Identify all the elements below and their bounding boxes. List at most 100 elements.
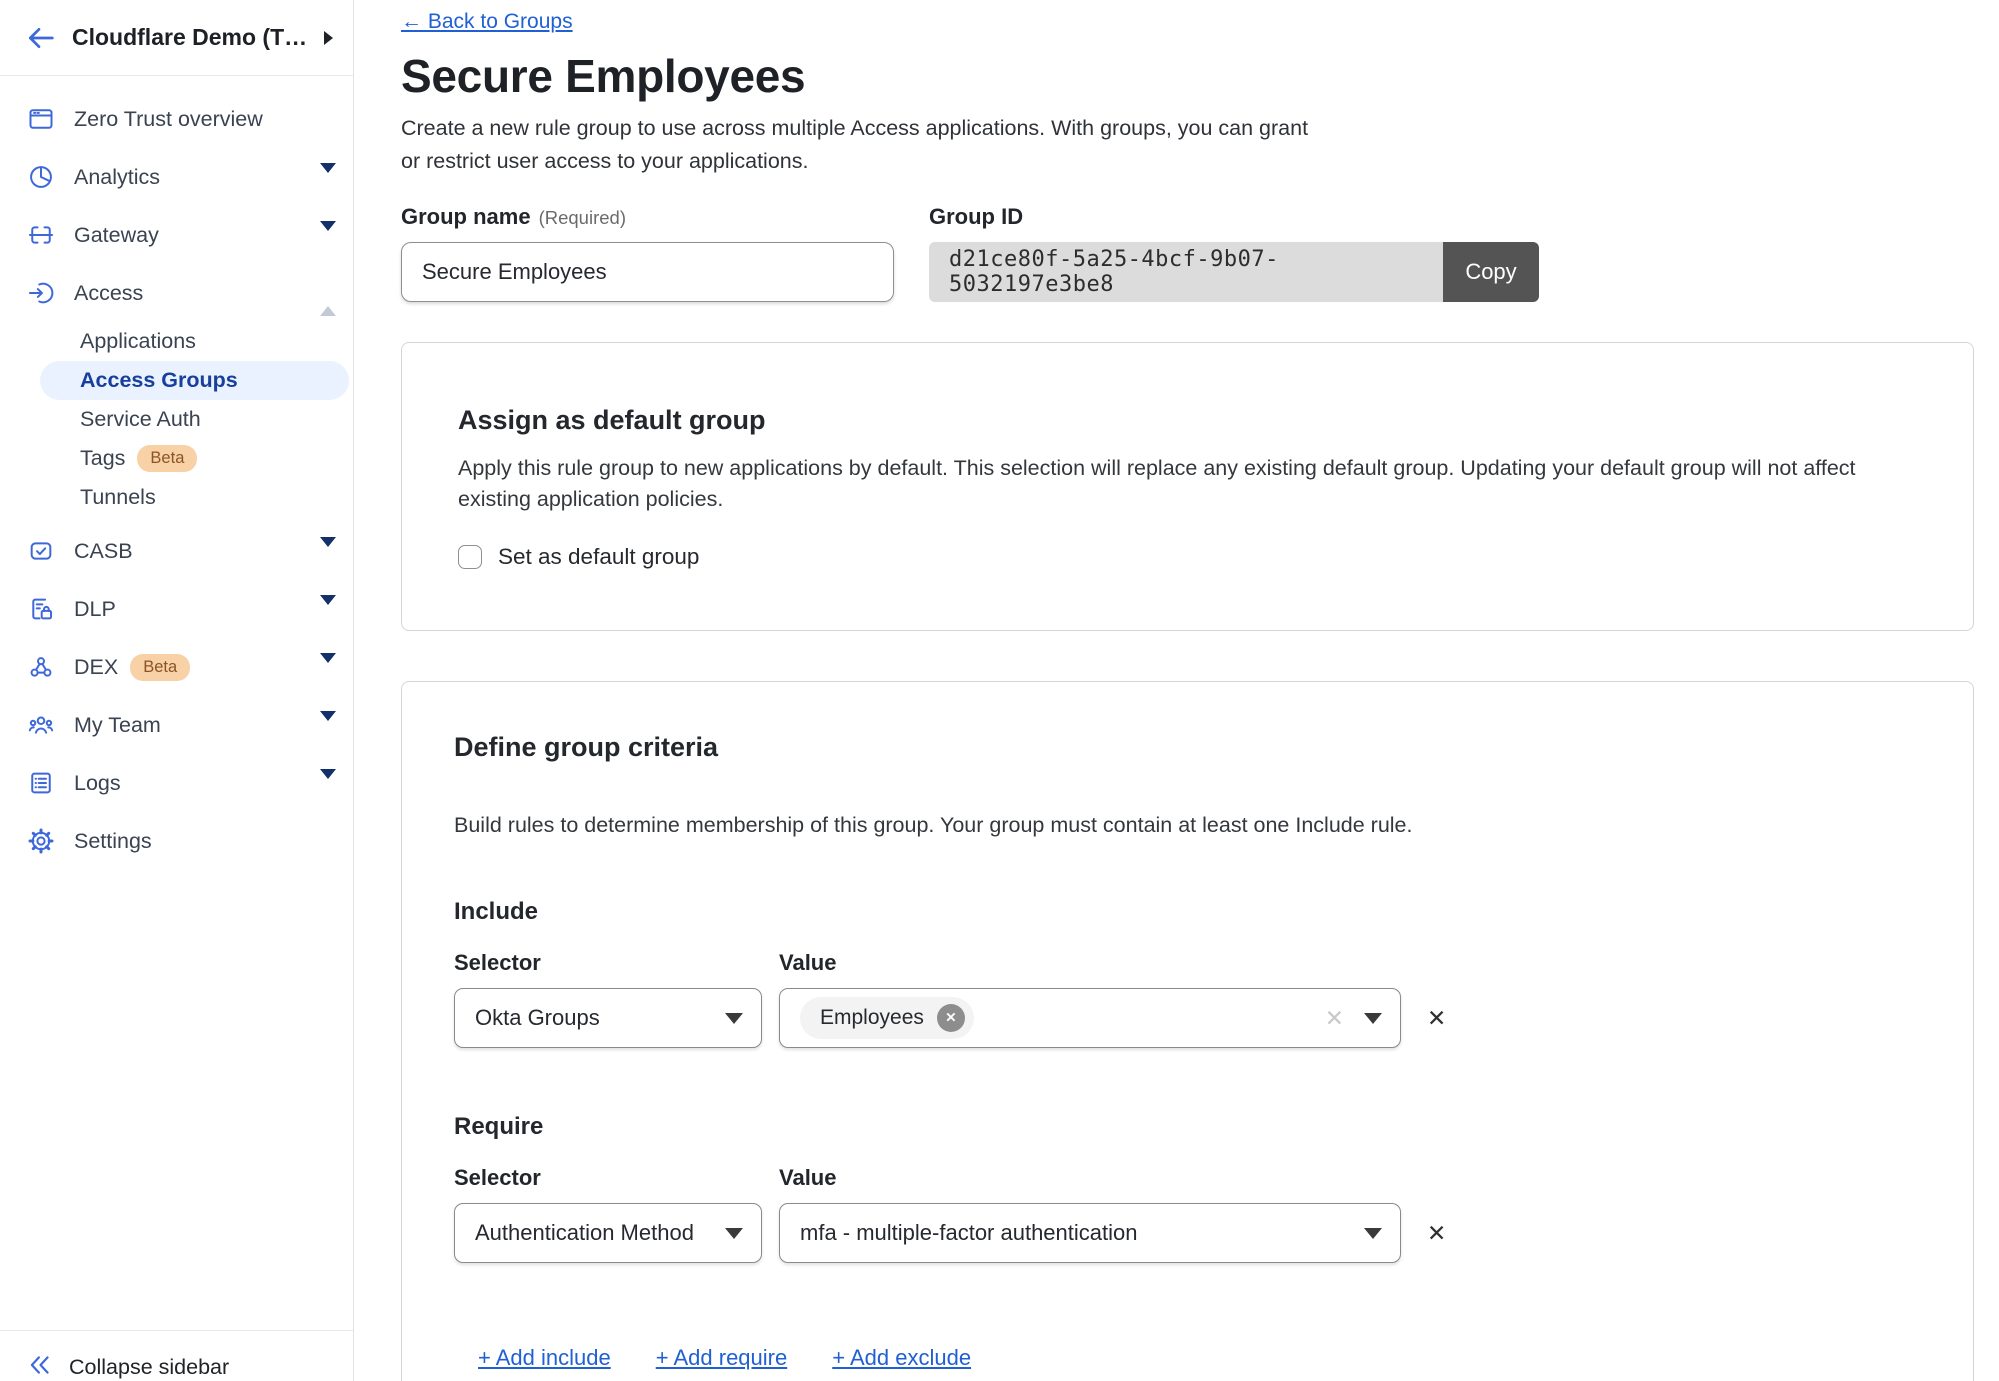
value-column-label: Value xyxy=(779,1165,836,1193)
sidebar-item-label: Tunnels xyxy=(80,485,156,510)
set-default-checkbox[interactable] xyxy=(458,545,482,569)
sidebar-item-settings[interactable]: Settings xyxy=(0,812,353,870)
require-heading: Require xyxy=(454,1112,1921,1142)
sidebar-item-label: Gateway xyxy=(74,223,159,248)
remove-include-rule-button[interactable]: ✕ xyxy=(1427,1007,1446,1030)
sidebar-item-my-team[interactable]: My Team xyxy=(0,696,353,754)
add-exclude-link[interactable]: + Add exclude xyxy=(832,1345,971,1371)
sidebar-item-label: Settings xyxy=(74,829,152,854)
require-labels-row: Selector Value xyxy=(454,1165,1921,1193)
sidebar-item-dlp[interactable]: DLP xyxy=(0,580,353,638)
casb-check-icon xyxy=(27,537,59,565)
chevron-down-icon[interactable] xyxy=(320,547,336,565)
copy-button[interactable]: Copy xyxy=(1443,242,1539,302)
cluster-network-icon xyxy=(27,653,59,681)
collapse-sidebar-label: Collapse sidebar xyxy=(69,1355,229,1380)
back-arrow-icon[interactable] xyxy=(25,22,59,54)
main-content: ← Back to Groups Secure Employees Create… xyxy=(355,0,1999,1381)
access-login-icon xyxy=(27,279,59,307)
add-include-link[interactable]: + Add include xyxy=(478,1345,611,1371)
sidebar-item-access[interactable]: Access xyxy=(0,264,353,322)
gateway-icon xyxy=(27,221,59,249)
include-rule-row: Okta Groups Employees ✕ ✕ ✕ xyxy=(454,988,1921,1048)
default-group-card: Assign as default group Apply this rule … xyxy=(401,342,1974,631)
sidebar-item-tunnels[interactable]: Tunnels xyxy=(0,478,353,517)
group-name-id-row: Group name(Required) Group ID d21ce80f-5… xyxy=(401,204,1999,302)
dropdown-caret-icon xyxy=(1364,1228,1382,1239)
sidebar-item-zero-trust-overview[interactable]: Zero Trust overview xyxy=(0,90,353,148)
sidebar-item-applications[interactable]: Applications xyxy=(0,322,353,361)
back-to-groups-link[interactable]: ← Back to Groups xyxy=(401,10,573,34)
sidebar-item-casb[interactable]: CASB xyxy=(0,522,353,580)
account-expand-icon[interactable] xyxy=(324,31,333,45)
require-selector-value: Authentication Method xyxy=(475,1220,694,1246)
chevron-down-icon[interactable] xyxy=(320,605,336,623)
selector-column-label: Selector xyxy=(454,1165,779,1193)
criteria-card: Define group criteria Build rules to det… xyxy=(401,681,1974,1381)
group-id-label: Group ID xyxy=(929,204,1539,232)
group-id-value: d21ce80f-5a25-4bcf-9b07-5032197e3be8 xyxy=(929,242,1443,302)
dropdown-caret-icon xyxy=(725,1228,743,1239)
sidebar-item-label: My Team xyxy=(74,713,161,738)
dropdown-caret-icon xyxy=(1364,1013,1382,1024)
criteria-card-title: Define group criteria xyxy=(454,730,1921,764)
group-id-field: Group ID d21ce80f-5a25-4bcf-9b07-5032197… xyxy=(929,204,1539,302)
sidebar-item-label: Service Auth xyxy=(80,407,201,432)
dropdown-caret-icon xyxy=(725,1013,743,1024)
sidebar-item-logs[interactable]: Logs xyxy=(0,754,353,812)
sidebar-item-label: Access xyxy=(74,281,143,306)
group-name-input[interactable] xyxy=(401,242,894,302)
default-group-card-body: Apply this rule group to new application… xyxy=(458,453,1913,515)
chevron-down-icon[interactable] xyxy=(320,173,336,191)
sidebar-item-label: DEX xyxy=(74,655,118,680)
remove-require-rule-button[interactable]: ✕ xyxy=(1427,1222,1446,1245)
require-value-text: mfa - multiple-factor authentication xyxy=(800,1220,1138,1246)
collapse-sidebar-button[interactable]: Collapse sidebar xyxy=(0,1330,353,1381)
default-group-card-title: Assign as default group xyxy=(458,403,1917,437)
selector-column-label: Selector xyxy=(454,950,779,978)
sidebar-item-label: Logs xyxy=(74,771,121,796)
access-sub-list: Applications Access Groups Service Auth … xyxy=(0,322,353,517)
pie-chart-icon xyxy=(27,163,59,191)
page-title: Secure Employees xyxy=(401,48,1999,104)
include-value-multiselect[interactable]: Employees ✕ ✕ xyxy=(779,988,1401,1048)
group-name-field: Group name(Required) xyxy=(401,204,894,302)
chevron-up-icon[interactable] xyxy=(320,289,336,307)
required-hint: (Required) xyxy=(539,207,626,228)
sidebar-item-tags[interactable]: Tags Beta xyxy=(0,439,353,478)
page-description: Create a new rule group to use across mu… xyxy=(401,112,1999,178)
chevron-down-icon[interactable] xyxy=(320,721,336,739)
sidebar-item-label: Analytics xyxy=(74,165,160,190)
sidebar-item-gateway[interactable]: Gateway xyxy=(0,206,353,264)
clear-selection-icon[interactable]: ✕ xyxy=(1325,1007,1344,1030)
double-chevron-left-icon xyxy=(27,1352,53,1381)
document-lock-icon xyxy=(27,595,59,623)
add-rule-links: + Add include + Add require + Add exclud… xyxy=(454,1345,1921,1371)
sidebar-item-label: Access Groups xyxy=(80,368,238,393)
value-chip-label: Employees xyxy=(820,1006,924,1030)
page-description-line2: or restrict user access to your applicat… xyxy=(401,145,1999,178)
criteria-card-body: Build rules to determine membership of t… xyxy=(454,810,1909,841)
sidebar-item-label: Tags xyxy=(80,446,125,471)
sidebar-item-label: Zero Trust overview xyxy=(74,107,263,132)
log-list-icon xyxy=(27,769,59,797)
add-require-link[interactable]: + Add require xyxy=(656,1345,787,1371)
include-labels-row: Selector Value xyxy=(454,950,1921,978)
sidebar-item-service-auth[interactable]: Service Auth xyxy=(0,400,353,439)
group-id-box: d21ce80f-5a25-4bcf-9b07-5032197e3be8 Cop… xyxy=(929,242,1539,302)
require-selector-dropdown[interactable]: Authentication Method xyxy=(454,1203,762,1263)
chevron-down-icon[interactable] xyxy=(320,231,336,249)
sidebar-item-analytics[interactable]: Analytics xyxy=(0,148,353,206)
sidebar-item-dex[interactable]: DEX Beta xyxy=(0,638,353,696)
sidebar-item-access-groups[interactable]: Access Groups xyxy=(40,361,349,400)
include-selector-dropdown[interactable]: Okta Groups xyxy=(454,988,762,1048)
include-selector-value: Okta Groups xyxy=(475,1005,600,1031)
chip-remove-icon[interactable]: ✕ xyxy=(937,1004,965,1032)
people-icon xyxy=(27,711,59,739)
set-default-checkbox-label: Set as default group xyxy=(498,544,699,570)
require-value-dropdown[interactable]: mfa - multiple-factor authentication xyxy=(779,1203,1401,1263)
sidebar-item-label: DLP xyxy=(74,597,116,622)
chevron-down-icon[interactable] xyxy=(320,779,336,797)
beta-badge: Beta xyxy=(130,654,190,681)
chevron-down-icon[interactable] xyxy=(320,663,336,681)
